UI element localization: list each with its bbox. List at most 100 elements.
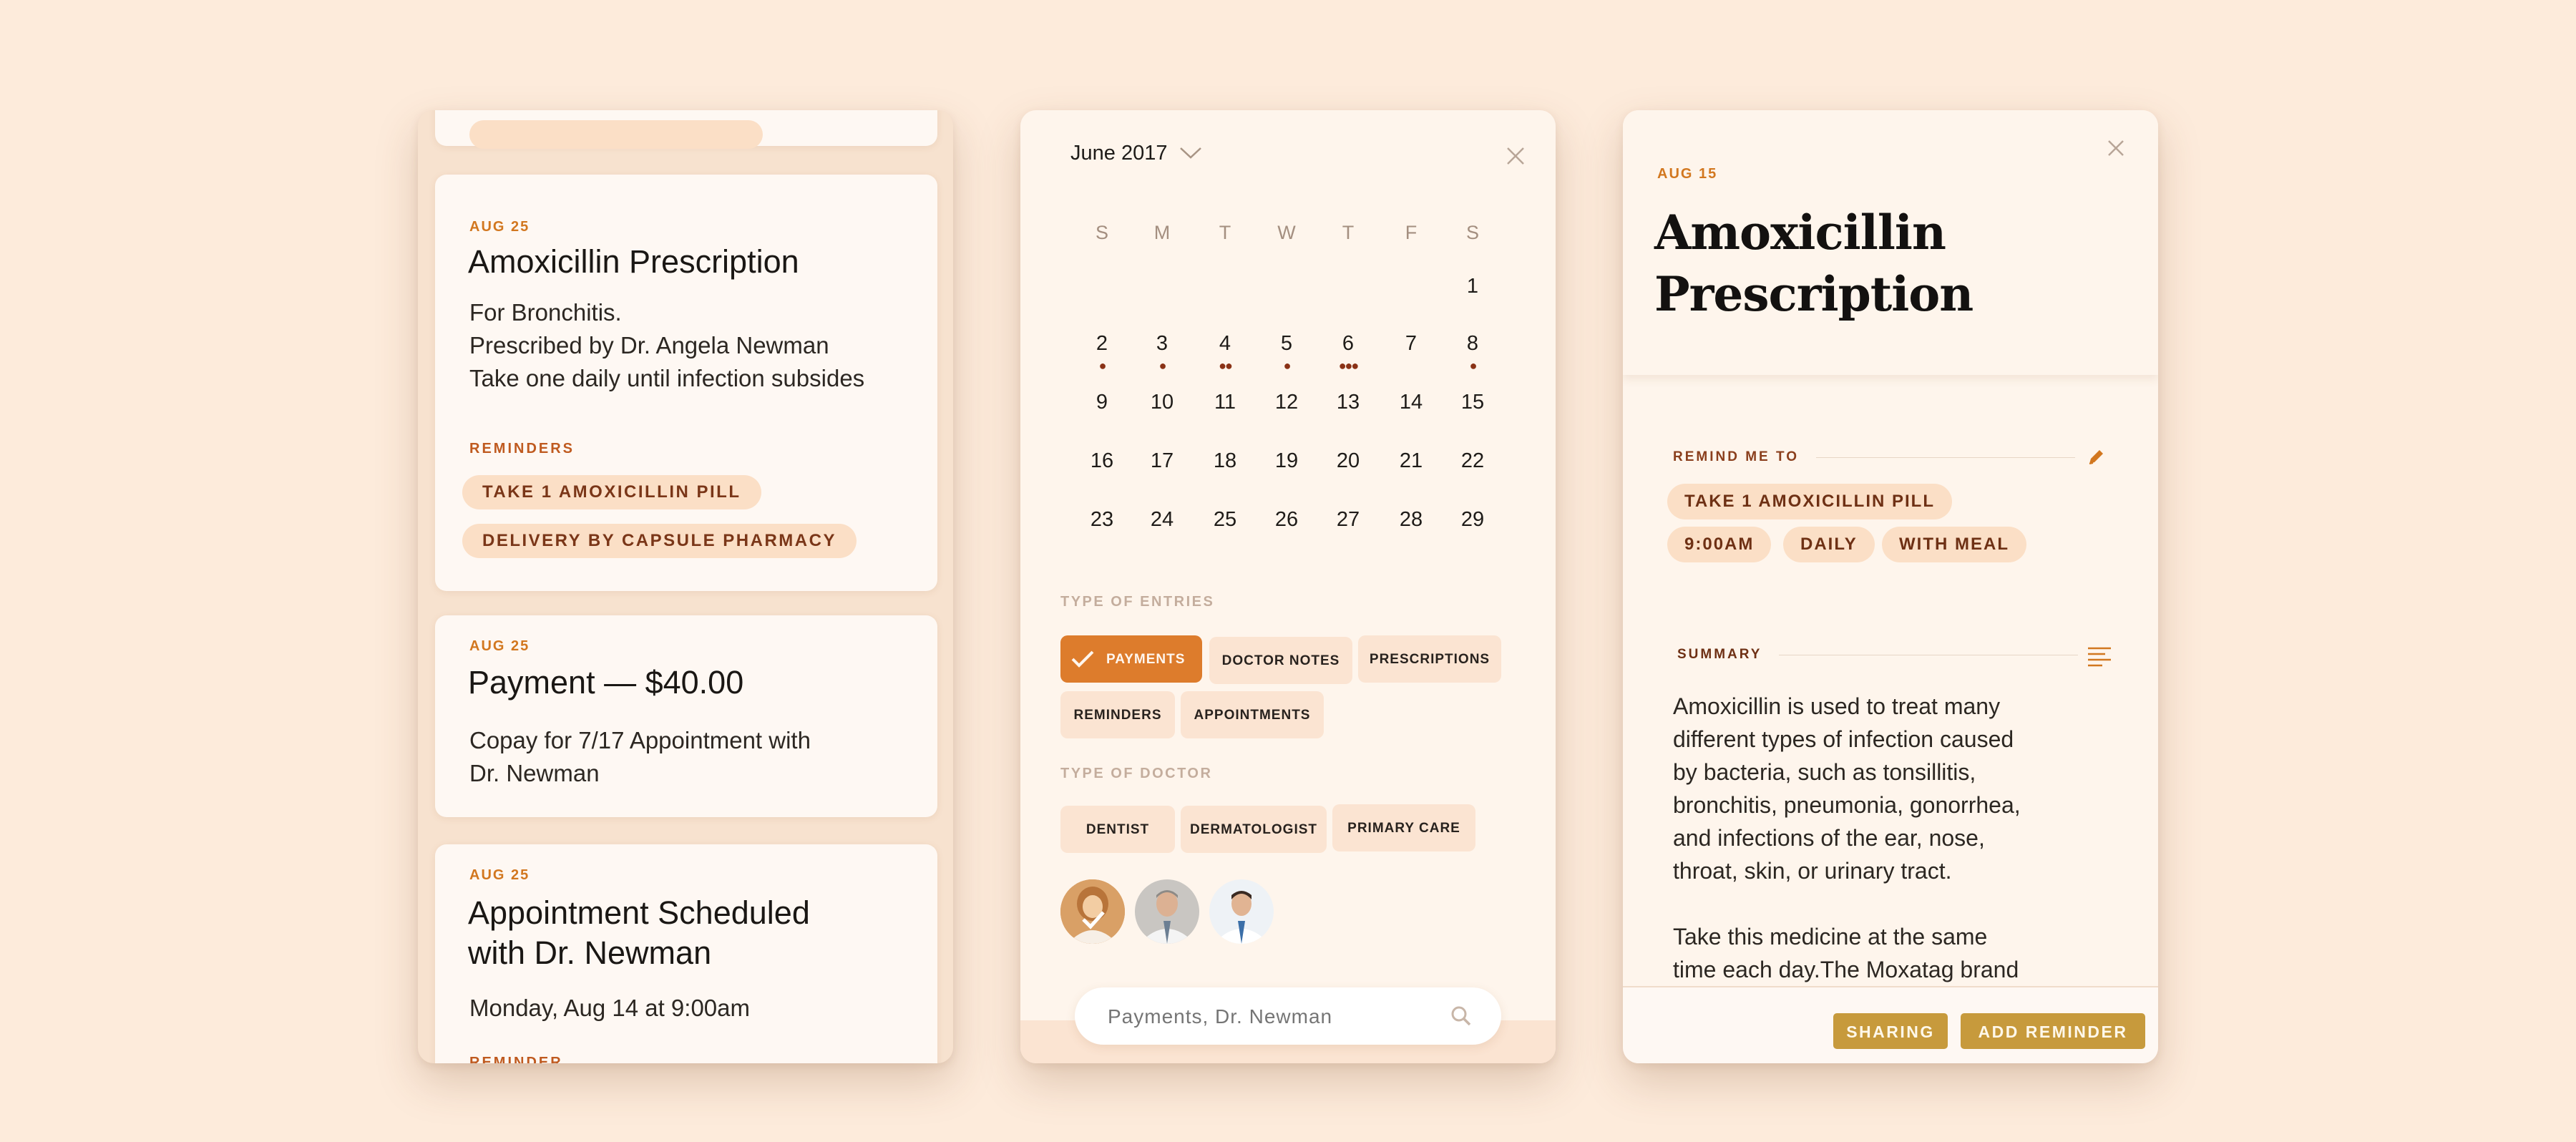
- calendar-day[interactable]: 16: [1077, 449, 1127, 473]
- add-reminder-button[interactable]: ADD REMINDER: [1961, 1013, 2145, 1049]
- avatar-doctor-3[interactable]: [1209, 879, 1274, 944]
- calendar-day[interactable]: 4: [1200, 332, 1250, 356]
- card-date: AUG 25: [469, 867, 530, 883]
- timeline-card-payment[interactable]: AUG 25 Payment — $40.00 Copay for 7/17 A…: [435, 615, 937, 817]
- calendar-day[interactable]: 27: [1323, 508, 1373, 532]
- summary-line: by bacteria, such as tonsillitis,: [1673, 759, 1976, 785]
- card-body-line: Copay for 7/17 Appointment with: [469, 727, 811, 753]
- weekday-label: T: [1342, 222, 1355, 243]
- calendar-day[interactable]: 11: [1200, 391, 1250, 414]
- calendar-day[interactable]: 9: [1077, 391, 1127, 414]
- remind-pill[interactable]: TAKE 1 AMOXICILLIN PILL: [1667, 484, 1952, 519]
- calendar-day[interactable]: 29: [1448, 508, 1498, 532]
- summary-line: time each day.The Moxatag brand: [1673, 957, 2019, 982]
- calendar-day[interactable]: 19: [1262, 449, 1312, 473]
- detail-date: AUG 15: [1657, 166, 1718, 182]
- detail-title: Prescription: [1654, 266, 1974, 322]
- month-selector[interactable]: June 2017: [1070, 142, 1167, 165]
- close-icon[interactable]: [1506, 146, 1526, 166]
- filter-panel[interactable]: June 2017 S M T W T F S 1 2 ● 3 ● 4 ●● 5 ● 6 ●●● 7 8 ● 9 10 11 1…: [1020, 110, 1556, 1063]
- reminder-label: REMINDER: [469, 1055, 563, 1063]
- summary-line: Amoxicillin is used to treat many: [1673, 693, 2001, 719]
- calendar-day[interactable]: 6: [1323, 332, 1373, 356]
- card-body-line: For Bronchitis.: [469, 299, 622, 326]
- card-body-line: Take one daily until infection subsides: [469, 365, 865, 391]
- pencil-icon[interactable]: [2085, 446, 2107, 468]
- remind-pill-condition[interactable]: WITH MEAL: [1882, 527, 2026, 562]
- reminder-pill[interactable]: DELIVERY BY CAPSULE PHARMACY: [462, 524, 857, 558]
- sharing-button[interactable]: SHARING: [1833, 1013, 1948, 1049]
- summary-line: throat, skin, or urinary tract.: [1673, 858, 1952, 884]
- calendar-day[interactable]: 22: [1448, 449, 1498, 473]
- partial-pill: [469, 120, 763, 149]
- doctor-chip-dermatologist[interactable]: DERMATOLOGIST: [1181, 806, 1327, 853]
- remind-pill-frequency[interactable]: DAILY: [1783, 527, 1875, 562]
- calendar-day[interactable]: 21: [1386, 449, 1436, 473]
- calendar-day[interactable]: 5: [1262, 332, 1312, 356]
- search-bar[interactable]: [1075, 987, 1501, 1045]
- filter-chip-payments[interactable]: PAYMENTS: [1060, 635, 1202, 683]
- detail-panel[interactable]: AUG 15 Amoxicillin Prescription REMIND M…: [1623, 110, 2158, 1063]
- entry-dot-indicator: ●: [1158, 358, 1167, 373]
- calendar-day[interactable]: 18: [1200, 449, 1250, 473]
- calendar-day[interactable]: 7: [1386, 332, 1436, 356]
- calendar-day[interactable]: 23: [1077, 508, 1127, 532]
- calendar-day[interactable]: 25: [1200, 508, 1250, 532]
- card-body-line: Monday, Aug 14 at 9:00am: [469, 995, 750, 1021]
- avatar-doctor-2[interactable]: [1135, 879, 1199, 944]
- remind-pill-time[interactable]: 9:00AM: [1667, 527, 1772, 562]
- calendar-day[interactable]: 1: [1448, 275, 1498, 298]
- weekday-label: S: [1465, 222, 1479, 243]
- calendar-day[interactable]: 12: [1262, 391, 1312, 414]
- calendar-day[interactable]: 15: [1448, 391, 1498, 414]
- calendar-day[interactable]: 14: [1386, 391, 1436, 414]
- card-body-line: Prescribed by Dr. Angela Newman: [469, 332, 829, 358]
- filter-chip-doctor-notes[interactable]: DOCTOR NOTES: [1209, 637, 1352, 684]
- type-of-entries-label: TYPE OF ENTRIES: [1060, 594, 1215, 610]
- summary-label: SUMMARY: [1677, 647, 1762, 662]
- calendar-day[interactable]: 2: [1077, 332, 1127, 356]
- doctor-chip-dentist[interactable]: DENTIST: [1060, 806, 1175, 853]
- reminder-pill[interactable]: TAKE 1 AMOXICILLIN PILL: [462, 475, 761, 509]
- timeline-card-prescription[interactable]: AUG 25 Amoxicillin Prescription For Bron…: [435, 175, 937, 591]
- card-title: Amoxicillin Prescription: [468, 243, 799, 280]
- calendar-day[interactable]: 24: [1137, 508, 1187, 532]
- chevron-down-icon[interactable]: [1178, 145, 1204, 162]
- filter-chip-appointments[interactable]: APPOINTMENTS: [1181, 691, 1324, 738]
- weekday-label: S: [1095, 222, 1108, 243]
- timeline-card-appointment[interactable]: AUG 25 Appointment Scheduled with Dr. Ne…: [435, 844, 937, 1063]
- calendar-day[interactable]: 17: [1137, 449, 1187, 473]
- calendar-day[interactable]: 8: [1448, 332, 1498, 356]
- filter-chip-prescriptions[interactable]: PRESCRIPTIONS: [1358, 635, 1501, 683]
- timeline-panel[interactable]: AUG 25 Amoxicillin Prescription For Bron…: [418, 110, 953, 1063]
- filter-chip-reminders[interactable]: REMINDERS: [1060, 691, 1175, 738]
- weekday-label: F: [1405, 222, 1418, 243]
- card-body-line: Dr. Newman: [469, 760, 600, 786]
- entry-dot-indicator: ●: [1469, 358, 1478, 373]
- calendar-day[interactable]: 28: [1386, 508, 1436, 532]
- summary-line: [1673, 887, 2021, 920]
- entry-dot-indicator: ●●: [1219, 358, 1233, 373]
- search-input[interactable]: [1106, 999, 1438, 1035]
- avatar-doctor-1[interactable]: [1060, 879, 1125, 944]
- summary-line: Take this medicine at the same: [1673, 924, 1988, 950]
- calendar-day[interactable]: 13: [1323, 391, 1373, 414]
- divider: [1816, 457, 2075, 458]
- timeline-card-partial[interactable]: [435, 110, 937, 149]
- doctor-chip-primary-care[interactable]: PRIMARY CARE: [1332, 804, 1475, 851]
- reminders-label: REMINDERS: [469, 441, 575, 457]
- calendar-day[interactable]: 20: [1323, 449, 1373, 473]
- text-align-icon[interactable]: [2087, 645, 2112, 668]
- detail-footer: SHARING ADD REMINDER: [1623, 986, 2158, 1063]
- card-title: with Dr. Newman: [468, 934, 712, 971]
- card-title: Payment — $40.00: [468, 664, 744, 701]
- close-icon[interactable]: [2107, 139, 2125, 157]
- calendar-day[interactable]: 10: [1137, 391, 1187, 414]
- weekday-label: M: [1153, 222, 1171, 243]
- calendar-day[interactable]: 26: [1262, 508, 1312, 532]
- type-of-doctor-label: TYPE OF DOCTOR: [1060, 766, 1213, 781]
- detail-title: Amoxicillin: [1654, 205, 1946, 260]
- weekday-label: W: [1277, 222, 1296, 243]
- calendar-day[interactable]: 3: [1137, 332, 1187, 356]
- search-icon[interactable]: [1450, 1005, 1473, 1028]
